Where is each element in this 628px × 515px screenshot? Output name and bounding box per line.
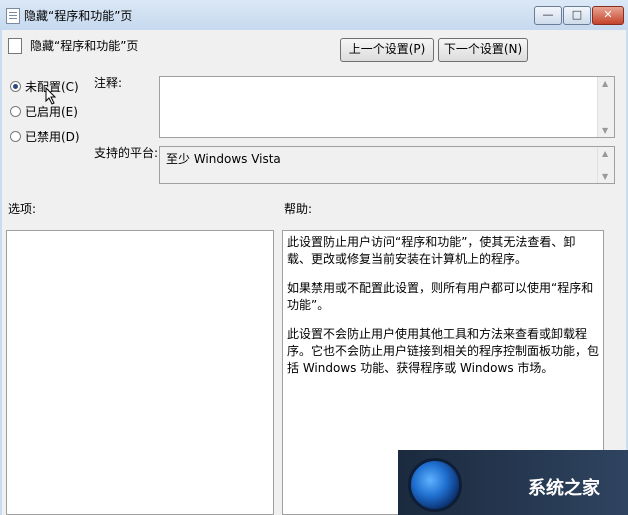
next-setting-button[interactable]: 下一个设置(N) [438,38,528,62]
policy-icon [6,8,20,24]
close-button[interactable]: ✕ [592,6,624,25]
scroll-up-icon[interactable]: ▲ [602,149,608,158]
minimize-button[interactable]: — [534,6,562,25]
watermark-logo: 系统之家 [398,450,628,515]
scroll-up-icon[interactable]: ▲ [602,79,608,88]
policy-icon [8,38,22,54]
options-panel [6,230,274,515]
platform-scrollbar[interactable]: ▲ ▼ [597,147,614,183]
comment-scrollbar[interactable]: ▲ ▼ [597,77,614,137]
previous-setting-button[interactable]: 上一个设置(P) [340,38,434,62]
help-paragraph: 此设置防止用户访问“程序和功能”，使其无法查看、卸载、更改或修复当前安装在计算机… [287,235,576,266]
help-paragraph: 此设置不会防止用户使用其他工具和方法来查看或卸载程序。它也不会防止用户链接到相关… [287,327,600,375]
radio-dot[interactable] [10,105,21,117]
platform-value: 至少 Windows Vista [166,152,281,166]
radio-label: 已启用(E) [25,104,78,119]
help-label: 帮助: [284,202,313,216]
maximize-button[interactable]: □ [563,6,591,25]
setting-title: 隐藏“程序和功能”页 [30,39,139,53]
comment-field[interactable]: ▲ ▼ [159,76,615,138]
scroll-down-icon[interactable]: ▼ [602,172,608,181]
scroll-down-icon[interactable]: ▼ [602,126,608,135]
platform-label: 支持的平台: [94,146,159,160]
mouse-cursor-icon [45,87,57,105]
options-label: 选项: [8,202,37,216]
radio-disabled[interactable]: 已禁用(D) [10,128,80,144]
dialog-body: 隐藏“程序和功能”页 上一个设置(P) 下一个设置(N) 未配置(C) 已启用(… [2,30,626,515]
title-bar: 隐藏“程序和功能”页 — □ ✕ [0,0,628,30]
radio-dot[interactable] [10,80,21,92]
comment-label: 注释: [94,76,123,90]
watermark-text: 系统之家 [528,478,600,499]
help-text: 此设置防止用户访问“程序和功能”，使其无法查看、卸载、更改或修复当前安装在计算机… [287,234,599,377]
help-paragraph: 如果禁用或不配置此设置，则所有用户都可以使用“程序和功能”。 [287,281,594,312]
logo-emblem-icon [408,458,462,512]
radio-label: 已禁用(D) [25,129,80,144]
radio-enabled[interactable]: 已启用(E) [10,103,78,119]
window-title: 隐藏“程序和功能”页 [24,9,133,23]
platform-field: 至少 Windows Vista ▲ ▼ [159,146,615,184]
radio-dot[interactable] [10,130,21,142]
